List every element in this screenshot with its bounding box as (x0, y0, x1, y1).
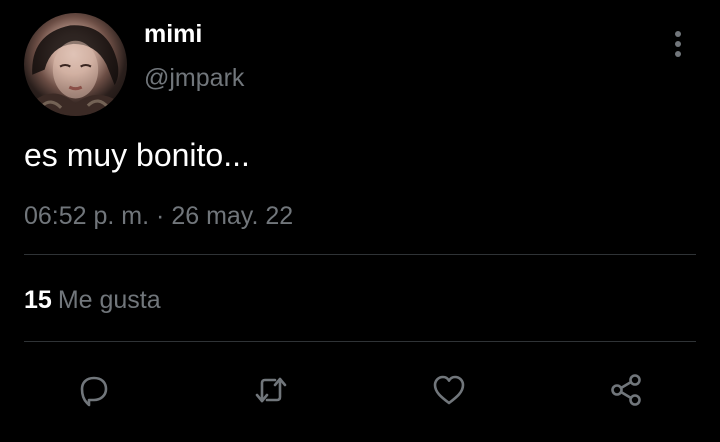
divider-top (24, 254, 696, 255)
likes-stat[interactable]: 15 Me gusta (24, 284, 161, 316)
retweet-icon (255, 377, 287, 403)
likes-count: 15 (24, 286, 52, 314)
meta-separator: · (156, 202, 165, 230)
reply-icon (80, 376, 108, 407)
avatar[interactable] (24, 13, 127, 116)
tweet-date[interactable]: 26 may. 22 (171, 202, 293, 230)
tweet-time[interactable]: 06:52 p. m. (24, 202, 149, 230)
tweet-text: es muy bonito... (24, 137, 250, 173)
likes-label: Me gusta (57, 286, 161, 314)
share-icon (611, 374, 641, 406)
tweet-timestamp: 06:52 p. m. · 26 may. 22 (24, 200, 293, 232)
divider-bottom (24, 341, 696, 342)
retweet-button[interactable] (249, 368, 293, 412)
author-handle[interactable]: @jmpark (144, 62, 244, 94)
heart-icon (433, 375, 465, 405)
more-options-button[interactable] (668, 28, 688, 60)
like-button[interactable] (427, 368, 471, 412)
share-button[interactable] (604, 368, 648, 412)
avatar-image (24, 25, 127, 116)
reply-button[interactable] (72, 368, 116, 412)
more-vertical-icon (675, 31, 681, 57)
author-display-name[interactable]: mimi (144, 18, 202, 50)
